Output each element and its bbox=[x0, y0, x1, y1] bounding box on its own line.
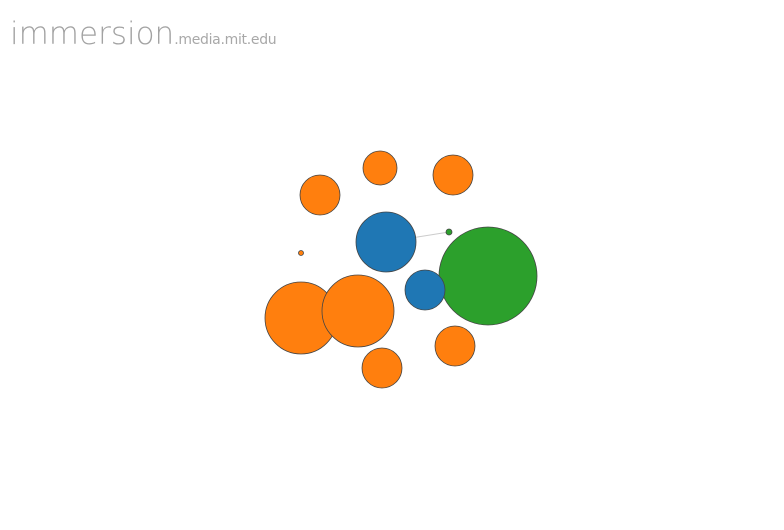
graph-node-blue[interactable] bbox=[355, 211, 417, 273]
immersion-page: immersion .media.mit.edu bbox=[0, 0, 784, 530]
graph-node-blue[interactable] bbox=[404, 269, 446, 311]
graph-node-orange[interactable] bbox=[432, 154, 474, 196]
graph-nodes bbox=[264, 150, 538, 389]
graph-node-orange[interactable] bbox=[434, 325, 476, 367]
graph-node-green[interactable] bbox=[438, 226, 538, 326]
graph-node-orange[interactable] bbox=[321, 274, 395, 348]
graph-node-orange[interactable] bbox=[361, 347, 403, 389]
network-graph[interactable] bbox=[0, 0, 784, 530]
graph-node-green[interactable] bbox=[445, 228, 453, 236]
graph-node-orange[interactable] bbox=[362, 150, 398, 186]
graph-node-orange[interactable] bbox=[299, 174, 341, 216]
graph-node-orange[interactable] bbox=[298, 250, 304, 256]
